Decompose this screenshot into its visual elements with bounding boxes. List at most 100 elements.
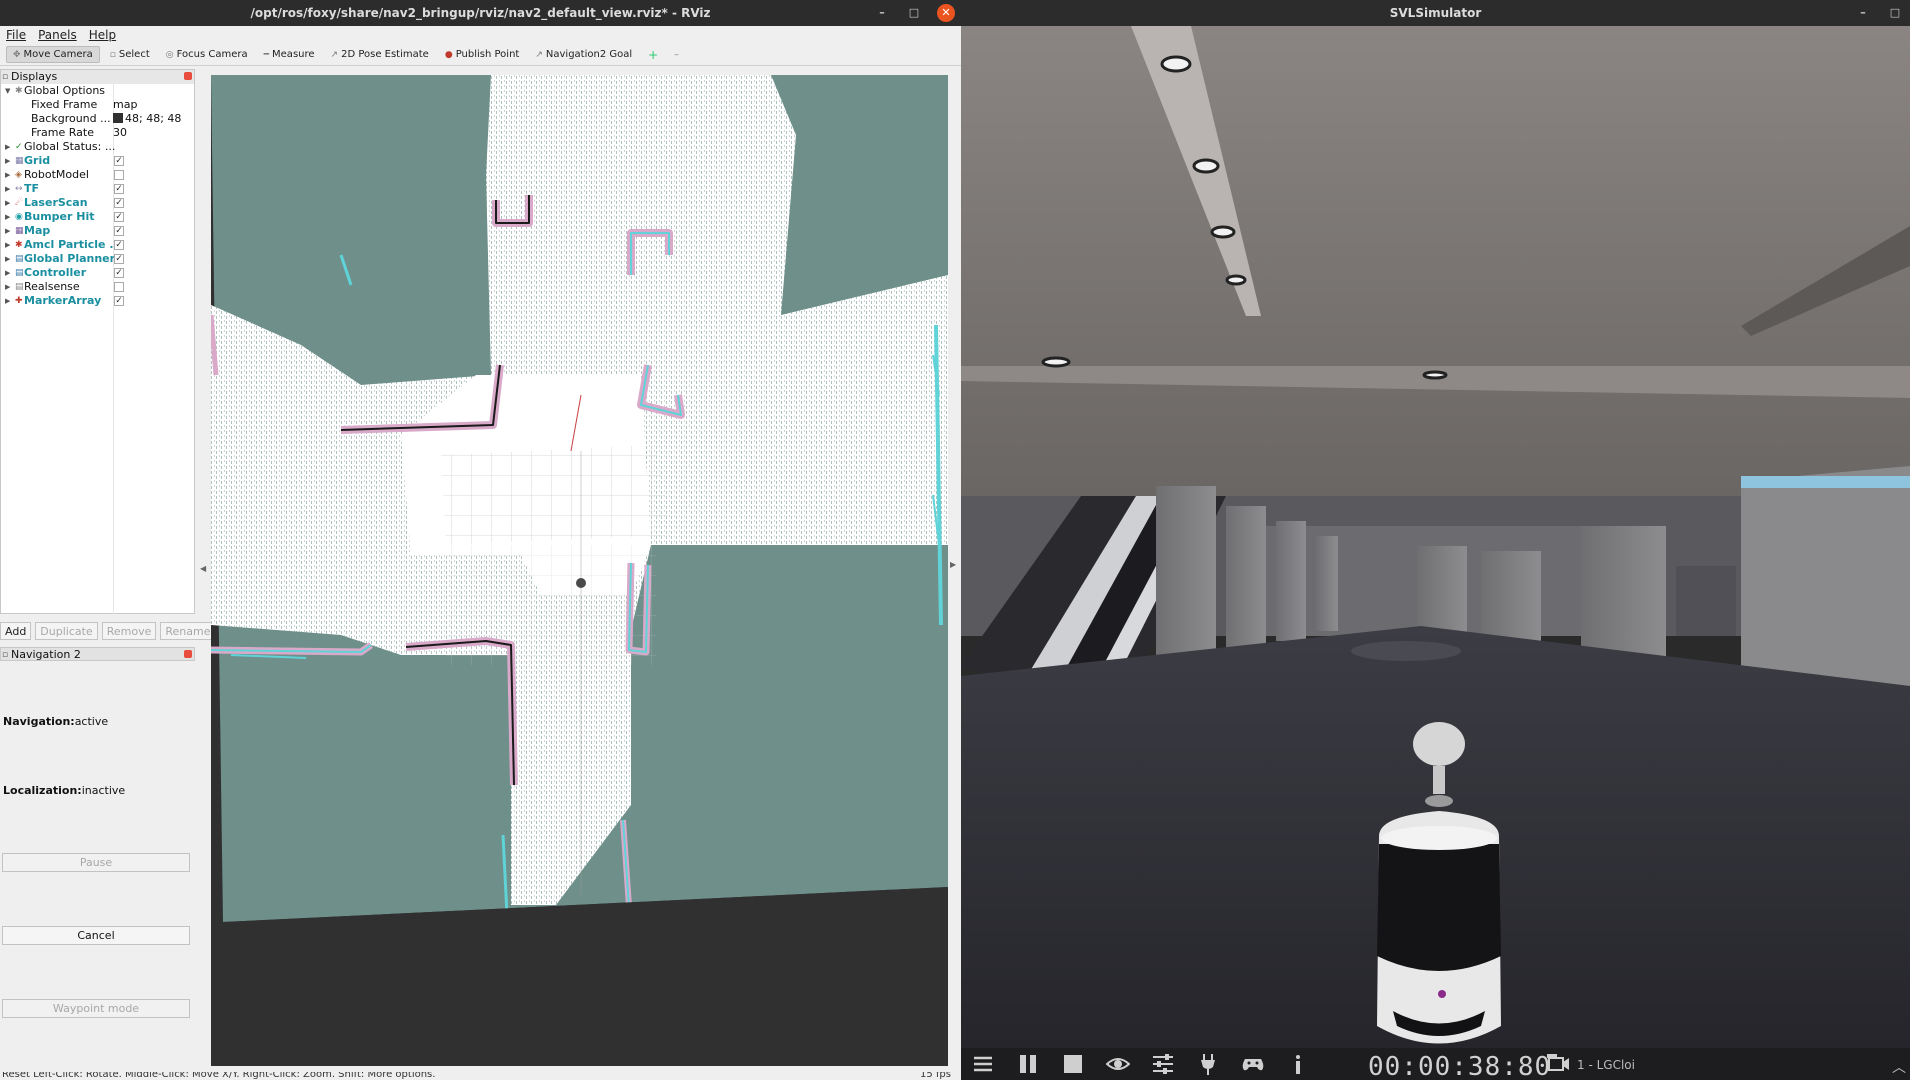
maximize-icon[interactable]: □ (1886, 4, 1904, 22)
display-item[interactable]: ▶ ✚ MarkerArray ✓ (1, 294, 194, 308)
close-icon[interactable]: ✕ (937, 4, 955, 22)
tool-label: 2D Pose Estimate (341, 49, 429, 60)
display-item-checkbox[interactable]: ✓ (114, 254, 124, 264)
expand-arrow-icon[interactable]: ▶ (5, 182, 10, 196)
display-type-icon: ▤ (15, 268, 24, 278)
rviz-titlebar: /opt/ros/foxy/share/nav2_bringup/rviz/na… (0, 0, 961, 26)
cancel-button[interactable]: Cancel (2, 926, 190, 945)
collapse-right-icon[interactable]: ▶ (950, 560, 956, 569)
expand-arrow-icon[interactable]: ▶ (5, 224, 10, 238)
display-item-checkbox[interactable]: ✓ (114, 240, 124, 250)
tree-row-background[interactable]: Background ... 48; 48; 48 (1, 112, 194, 126)
property-value[interactable]: 30 (113, 126, 127, 140)
add-tool-button[interactable]: + (642, 46, 664, 64)
tree-row-fixed-frame[interactable]: Fixed Frame map (1, 98, 194, 112)
minimize-icon[interactable]: – (1854, 4, 1872, 22)
duplicate-button[interactable]: Duplicate (35, 622, 98, 640)
publish-point-icon: ● (444, 49, 453, 60)
display-item[interactable]: ▶ ▤ Realsense (1, 280, 194, 294)
display-item-checkbox[interactable]: ✓ (114, 268, 124, 278)
expand-arrow-icon[interactable]: ▶ (5, 210, 10, 224)
tool-move-camera[interactable]: ✥ Move Camera (6, 46, 100, 63)
rviz-title: /opt/ros/foxy/share/nav2_bringup/rviz/na… (250, 6, 711, 20)
display-item[interactable]: ▶ ↔ TF ✓ (1, 182, 194, 196)
tool-select[interactable]: ▫ Select (104, 47, 156, 62)
tree-row-frame-rate[interactable]: Frame Rate 30 (1, 126, 194, 140)
display-item-checkbox[interactable] (114, 170, 124, 180)
panel-close-icon[interactable] (184, 72, 192, 80)
gamepad-icon[interactable] (1241, 1052, 1265, 1076)
tool-focus-camera[interactable]: ◎ Focus Camera (160, 47, 254, 62)
expand-arrow-icon[interactable]: ▼ (5, 84, 10, 98)
tree-row-global-options[interactable]: ▼ ✱ Global Options (1, 84, 194, 98)
chevron-up-icon[interactable]: ︿ (1892, 1057, 1906, 1077)
expand-arrow-icon[interactable]: ▶ (5, 280, 10, 294)
menu-help[interactable]: Help (89, 26, 116, 44)
menu-bar: File Panels Help (0, 26, 961, 44)
display-item[interactable]: ▶ ☄ LaserScan ✓ (1, 196, 194, 210)
render-viewport[interactable] (211, 75, 948, 1066)
panel-close-icon[interactable] (184, 650, 192, 658)
simulator-viewport[interactable] (961, 26, 1910, 1048)
eye-icon[interactable] (1105, 1052, 1131, 1076)
display-item-checkbox[interactable]: ✓ (114, 296, 124, 306)
tool-label: Move Camera (23, 49, 93, 60)
display-item[interactable]: ▶ ▦ Map ✓ (1, 224, 194, 238)
sliders-icon[interactable] (1151, 1052, 1175, 1076)
plug-icon[interactable] (1196, 1052, 1220, 1076)
menu-icon[interactable] (971, 1052, 995, 1076)
tool-2d-pose-estimate[interactable]: ↗ 2D Pose Estimate (325, 47, 435, 62)
display-item-checkbox[interactable] (114, 282, 124, 292)
expand-arrow-icon[interactable]: ▶ (5, 154, 10, 168)
more-tools-button[interactable]: – (668, 48, 685, 62)
display-item[interactable]: ▶ ▦ Grid ✓ (1, 154, 194, 168)
tree-row-global-status[interactable]: ▶ ✓ Global Status: ... (1, 140, 194, 154)
property-value-wrap[interactable]: 48; 48; 48 (113, 112, 181, 126)
display-item-checkbox[interactable]: ✓ (114, 156, 124, 166)
measure-icon: ━ (263, 49, 270, 60)
expand-arrow-icon[interactable]: ▶ (5, 238, 10, 252)
maximize-icon[interactable]: □ (905, 4, 923, 22)
pause-icon[interactable] (1016, 1052, 1040, 1076)
expand-arrow-icon[interactable]: ▶ (5, 266, 10, 280)
display-item[interactable]: ▶ ▤ Global Planner ✓ (1, 252, 194, 266)
panel-splitter[interactable]: ◀ (198, 69, 210, 1069)
expand-arrow-icon[interactable]: ▶ (5, 294, 10, 308)
display-item-checkbox[interactable]: ✓ (114, 198, 124, 208)
camera-icon[interactable] (1547, 1054, 1571, 1074)
focus-camera-icon: ◎ (165, 49, 174, 60)
tree-label: Global Status: ... (24, 140, 116, 153)
add-button[interactable]: Add (0, 622, 32, 640)
navigation-value: active (74, 715, 109, 728)
display-item[interactable]: ▶ ▤ Controller ✓ (1, 266, 194, 280)
display-item[interactable]: ▶ ✱ Amcl Particle ... ✓ (1, 238, 194, 252)
display-item[interactable]: ▶ ◈ RobotModel (1, 168, 194, 182)
tool-publish-point[interactable]: ● Publish Point (439, 47, 526, 62)
display-item-checkbox[interactable]: ✓ (114, 212, 124, 222)
display-item-label: Controller (24, 266, 87, 279)
tool-measure[interactable]: ━ Measure (258, 47, 321, 62)
expand-arrow-icon[interactable]: ▶ (5, 252, 10, 266)
stop-icon[interactable] (1061, 1052, 1085, 1076)
display-item-checkbox[interactable]: ✓ (114, 226, 124, 236)
expand-arrow-icon[interactable]: ▶ (5, 168, 10, 182)
expand-arrow-icon[interactable]: ▶ (5, 140, 10, 154)
display-item-checkbox[interactable]: ✓ (114, 184, 124, 194)
vehicle-selector[interactable]: 1 - LGCloi (1577, 1058, 1635, 1072)
menu-file[interactable]: File (6, 26, 26, 44)
remove-button[interactable]: Remove (101, 622, 157, 640)
tool-navigation2-goal[interactable]: ↗ Navigation2 Goal (529, 47, 638, 62)
waypoint-mode-button[interactable]: Waypoint mode (2, 999, 190, 1018)
display-item[interactable]: ▶ ◉ Bumper Hit ✓ (1, 210, 194, 224)
info-icon[interactable] (1286, 1052, 1310, 1076)
display-item-label: Map (24, 224, 51, 237)
ceiling (961, 26, 1910, 496)
menu-panels[interactable]: Panels (38, 26, 77, 44)
dropdown-icon: – (674, 49, 679, 60)
pillar (1226, 506, 1266, 666)
expand-arrow-icon[interactable]: ▶ (5, 196, 10, 210)
collapse-left-icon[interactable]: ◀ (200, 564, 206, 573)
minimize-icon[interactable]: – (873, 4, 891, 22)
pause-button[interactable]: Pause (2, 853, 190, 872)
property-value[interactable]: map (113, 98, 137, 112)
